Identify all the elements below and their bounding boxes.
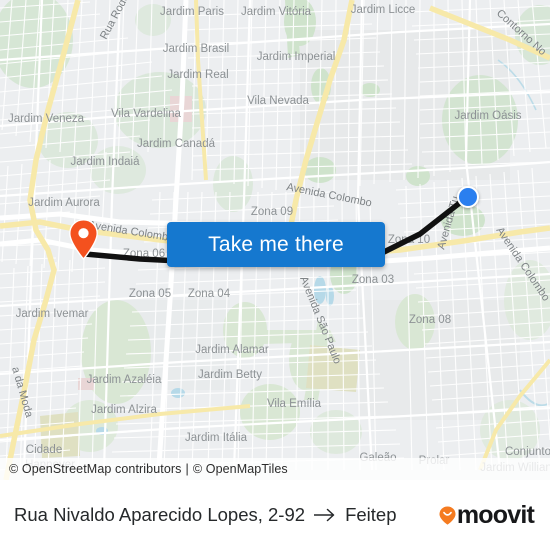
svg-text:Jardim Real: Jardim Real [167, 69, 228, 81]
svg-text:Jardim Licce: Jardim Licce [351, 4, 416, 16]
svg-text:Jardim Vitória: Jardim Vitória [241, 6, 312, 18]
svg-text:Vila Vardelina: Vila Vardelina [111, 108, 182, 120]
svg-text:Vila Nevada: Vila Nevada [247, 95, 309, 107]
svg-text:Zona 03: Zona 03 [352, 274, 394, 286]
svg-text:Jardim Indaiá: Jardim Indaiá [70, 156, 140, 168]
svg-text:Jardim Veneza: Jardim Veneza [8, 113, 85, 125]
moovit-pin-icon [439, 506, 456, 525]
svg-text:Jardim Azaléia: Jardim Azaléia [87, 374, 162, 386]
trip-footer: Rua Nivaldo Aparecido Lopes, 2-92 Feitep… [0, 480, 550, 550]
moovit-logo[interactable]: moovit [439, 500, 535, 529]
svg-text:Jardim Paris: Jardim Paris [160, 6, 224, 18]
svg-text:Cidade: Cidade [26, 444, 62, 456]
svg-text:Jardim Alzira: Jardim Alzira [91, 404, 157, 416]
take-me-there-button[interactable]: Take me there [167, 222, 385, 267]
svg-text:Zona 08: Zona 08 [409, 314, 451, 326]
attribution-tiles[interactable]: © OpenMapTiles [193, 462, 288, 476]
attribution-separator: | [185, 462, 189, 476]
arrow-right-icon [314, 508, 335, 522]
origin-marker[interactable] [69, 219, 98, 260]
svg-text:Conjunto: Conjunto [505, 446, 550, 458]
map-canvas[interactable]: .w1{stroke:#ffffff;stroke-width:1.1;fill… [0, 0, 550, 480]
moovit-wordmark: moovit [456, 500, 535, 529]
svg-text:Jardim Canadá: Jardim Canadá [137, 138, 216, 150]
svg-text:Vila Emília: Vila Emília [267, 398, 322, 410]
svg-text:Zona 09: Zona 09 [251, 206, 293, 218]
svg-text:Jardim Aurora: Jardim Aurora [28, 197, 100, 209]
svg-text:Jardim Oásis: Jardim Oásis [454, 110, 521, 122]
svg-text:Jardim Itália: Jardim Itália [185, 432, 248, 444]
trip-origin: Rua Nivaldo Aparecido Lopes, 2-92 [14, 504, 306, 525]
trip-destination: Feitep [345, 504, 397, 525]
svg-text:Jardim Ivemar: Jardim Ivemar [16, 308, 89, 320]
svg-text:Jardim Brasil: Jardim Brasil [163, 43, 229, 55]
map-attribution: © OpenStreetMap contributors | © OpenMap… [0, 458, 550, 480]
svg-text:Jardim Alamar: Jardim Alamar [195, 344, 269, 356]
attribution-osm[interactable]: © OpenStreetMap contributors [9, 462, 182, 476]
svg-text:Zona 04: Zona 04 [188, 288, 231, 300]
svg-text:Zona 05: Zona 05 [129, 288, 171, 300]
destination-marker[interactable] [457, 186, 479, 208]
trip-summary: Rua Nivaldo Aparecido Lopes, 2-92 Feitep [14, 504, 396, 526]
moovit-map-screenshot: .w1{stroke:#ffffff;stroke-width:1.1;fill… [0, 0, 550, 550]
svg-text:Jardim Betty: Jardim Betty [198, 369, 262, 381]
svg-text:Jardim Imperial: Jardim Imperial [257, 51, 336, 63]
